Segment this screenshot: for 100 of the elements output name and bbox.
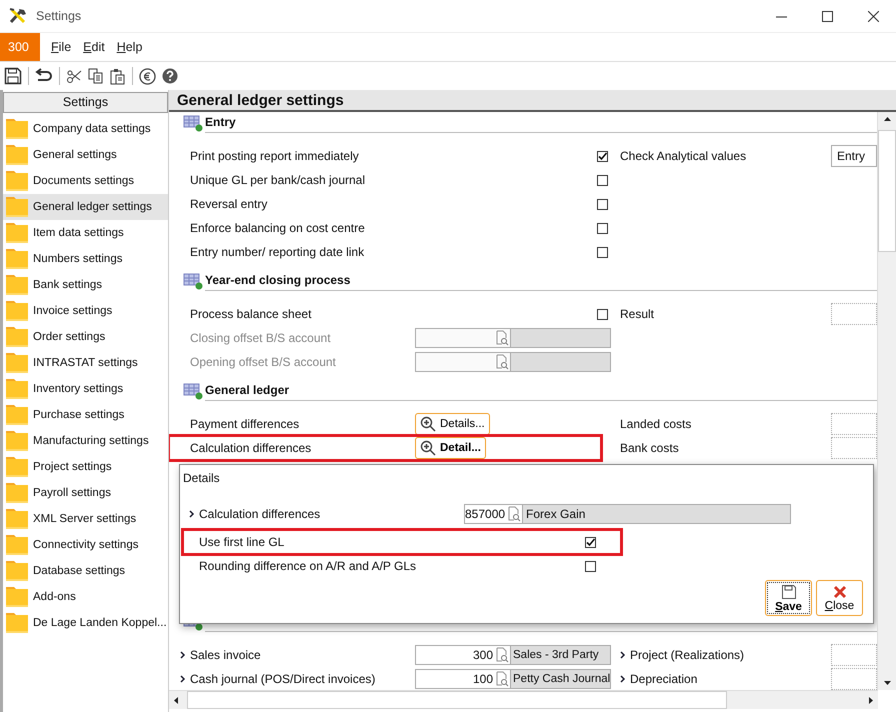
table-icon bbox=[183, 114, 203, 132]
field-label: Project (Realizations) bbox=[630, 648, 744, 662]
zoom-in-icon bbox=[420, 440, 436, 456]
checkbox[interactable] bbox=[597, 246, 608, 258]
help-icon[interactable] bbox=[162, 68, 178, 84]
folder-icon bbox=[5, 456, 29, 478]
sidebar-item[interactable]: General ledger settings bbox=[3, 194, 168, 220]
lookup-icon[interactable] bbox=[495, 671, 509, 687]
menu-item[interactable]: Edit bbox=[82, 40, 106, 54]
account-field[interactable] bbox=[415, 328, 511, 348]
folder-icon bbox=[5, 508, 29, 530]
folder-icon bbox=[5, 404, 29, 426]
folder-icon bbox=[5, 196, 29, 218]
chevron-icon bbox=[180, 675, 186, 683]
save-icon bbox=[780, 584, 796, 600]
panel-header: Settings bbox=[3, 92, 168, 113]
folder-icon bbox=[5, 352, 29, 374]
sidebar-item[interactable]: XML Server settings bbox=[3, 506, 168, 532]
account-description: Forex Gain bbox=[523, 504, 792, 524]
zoom-in-icon bbox=[420, 416, 436, 432]
sidebar-item[interactable]: General settings bbox=[3, 142, 168, 168]
page-title: General ledger settings bbox=[169, 90, 896, 112]
sidebar-item[interactable]: Bank settings bbox=[3, 272, 168, 298]
sidebar-item[interactable]: Database settings bbox=[3, 558, 168, 584]
folder-icon bbox=[5, 274, 29, 296]
save-icon[interactable] bbox=[4, 67, 22, 85]
sidebar-item[interactable]: Documents settings bbox=[3, 168, 168, 194]
sidebar-item[interactable]: Manufacturing settings bbox=[3, 428, 168, 454]
table-icon bbox=[183, 272, 203, 290]
save-button[interactable]: Save bbox=[765, 580, 812, 616]
maximize-icon bbox=[822, 10, 832, 22]
select-field[interactable]: Entry bbox=[831, 145, 877, 167]
field-label: Calculation differences bbox=[199, 507, 322, 521]
sidebar-item[interactable]: Payroll settings bbox=[3, 480, 168, 506]
scrollbar-thumb[interactable] bbox=[878, 130, 896, 252]
scrollbar-thumb[interactable] bbox=[187, 691, 727, 709]
copy-icon[interactable] bbox=[88, 68, 104, 84]
account-field[interactable]: 100 bbox=[415, 669, 511, 689]
checkbox[interactable] bbox=[597, 198, 608, 210]
account-description: Petty Cash Journal bbox=[511, 669, 611, 689]
checkbox[interactable] bbox=[597, 150, 608, 162]
field-label: Opening offset B/S account bbox=[190, 355, 337, 369]
paste-icon[interactable] bbox=[110, 68, 126, 84]
sidebar-item[interactable]: Company data settings bbox=[3, 116, 168, 142]
checkbox[interactable] bbox=[597, 308, 608, 320]
sidebar-item[interactable]: Numbers settings bbox=[3, 246, 168, 272]
checkbox[interactable] bbox=[585, 560, 596, 572]
account-field[interactable] bbox=[415, 352, 511, 372]
checkbox[interactable] bbox=[597, 174, 608, 186]
sidebar-item[interactable]: Item data settings bbox=[3, 220, 168, 246]
field-label: Print posting report immediately bbox=[190, 149, 360, 163]
checkbox[interactable] bbox=[597, 222, 608, 234]
dialog-title: Details bbox=[182, 470, 221, 487]
folder-icon bbox=[5, 170, 29, 192]
field-label: Payment differences bbox=[190, 417, 300, 431]
field-label: Result bbox=[620, 307, 654, 321]
field-label: Check Analytical values bbox=[620, 149, 746, 163]
close-button[interactable]: Close bbox=[816, 580, 863, 616]
table-icon bbox=[183, 382, 203, 400]
folder-icon bbox=[5, 118, 29, 140]
account-field[interactable]: 857000 bbox=[464, 504, 524, 524]
menu-item[interactable]: Help bbox=[116, 40, 144, 54]
field-label: Landed costs bbox=[620, 417, 692, 431]
folder-icon bbox=[5, 248, 29, 270]
field-label: Use first line GL bbox=[199, 535, 286, 549]
chevron-icon bbox=[189, 510, 195, 518]
sidebar-item[interactable]: De Lage Landen Koppel... bbox=[3, 610, 168, 636]
details-button[interactable]: Detail... bbox=[415, 437, 486, 459]
field-label: Bank costs bbox=[620, 441, 679, 455]
checkbox[interactable] bbox=[585, 536, 596, 548]
field-label: Enforce balancing on cost centre bbox=[190, 221, 366, 235]
field-label: Closing offset B/S account bbox=[190, 331, 332, 345]
lookup-icon[interactable] bbox=[495, 647, 509, 663]
sidebar-item[interactable]: Invoice settings bbox=[3, 298, 168, 324]
chevron-icon bbox=[620, 651, 626, 659]
folder-icon bbox=[5, 378, 29, 400]
euro-icon[interactable] bbox=[139, 68, 156, 84]
sidebar-item[interactable]: Inventory settings bbox=[3, 376, 168, 402]
sidebar-item[interactable]: INTRASTAT settings bbox=[3, 350, 168, 376]
menu-item[interactable]: File bbox=[50, 40, 72, 54]
folder-icon bbox=[5, 560, 29, 582]
account-field[interactable]: 300 bbox=[415, 645, 511, 665]
details-button[interactable]: Details... bbox=[415, 413, 490, 435]
sidebar-item[interactable]: Project settings bbox=[3, 454, 168, 480]
folder-icon bbox=[5, 534, 29, 556]
lookup-icon[interactable] bbox=[495, 330, 509, 346]
lookup-icon[interactable] bbox=[495, 354, 509, 370]
window-title: Settings bbox=[36, 9, 82, 23]
lookup-icon[interactable] bbox=[507, 506, 522, 522]
sidebar-item[interactable]: Connectivity settings bbox=[3, 532, 168, 558]
field-label: Reversal entry bbox=[190, 197, 268, 211]
field-label: Cash journal (POS/Direct invoices) bbox=[190, 672, 376, 686]
sidebar-item[interactable]: Purchase settings bbox=[3, 402, 168, 428]
undo-icon[interactable] bbox=[35, 68, 53, 84]
folder-icon bbox=[5, 482, 29, 504]
field-label: Sales invoice bbox=[190, 648, 262, 662]
sidebar-item[interactable]: Order settings bbox=[3, 324, 168, 350]
scissors-icon[interactable] bbox=[66, 68, 82, 84]
field-label: Rounding difference on A/R and A/P GLs bbox=[199, 559, 418, 573]
sidebar-item[interactable]: Add-ons bbox=[3, 584, 168, 610]
